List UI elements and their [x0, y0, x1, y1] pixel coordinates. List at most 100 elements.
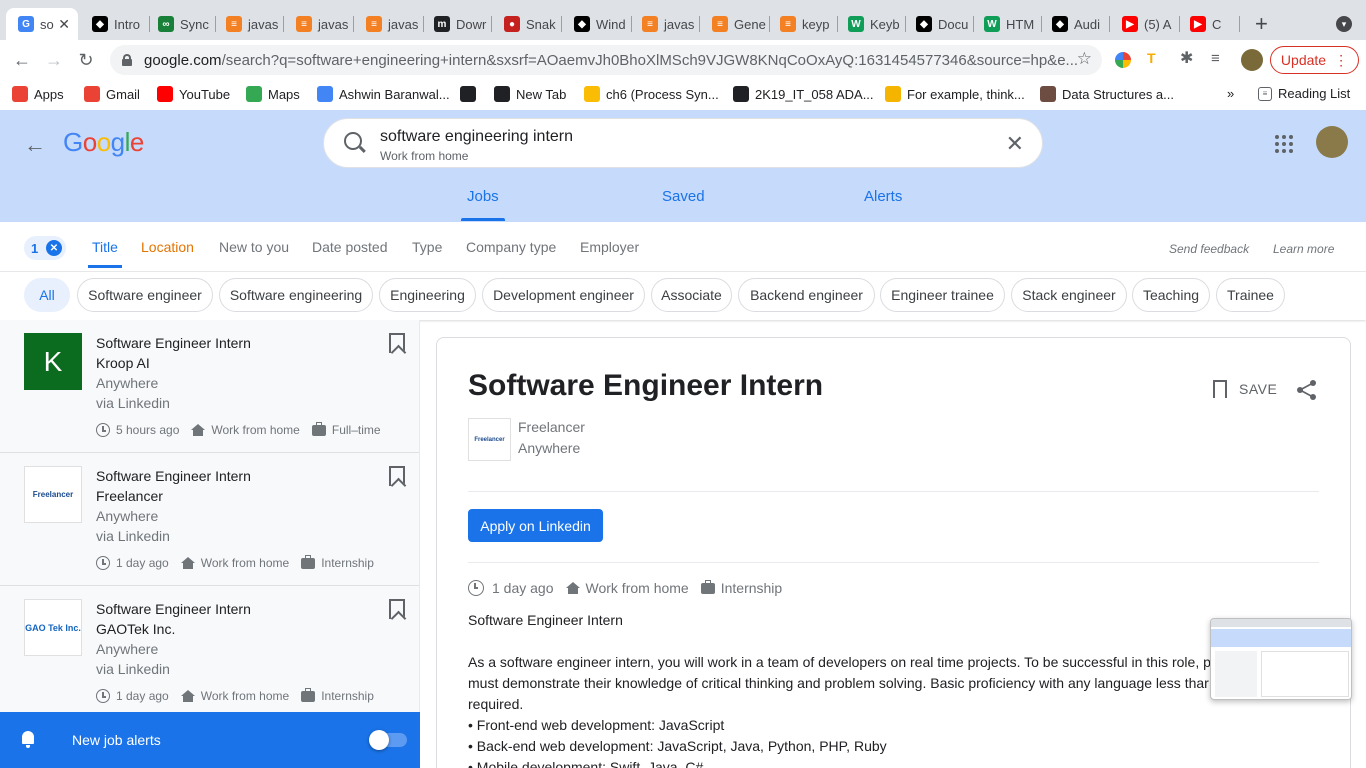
chip-engineering[interactable]: Engineering: [379, 278, 476, 312]
share-icon[interactable]: [1297, 380, 1317, 400]
clear-search-icon[interactable]: ✕: [1006, 131, 1024, 157]
chip-engineer-trainee[interactable]: Engineer trainee: [880, 278, 1005, 312]
bookmark-item[interactable]: For example, think...: [885, 86, 1025, 102]
active-filter-count[interactable]: 1 ✕: [24, 236, 66, 260]
browser-tab[interactable]: ● Snak: [492, 8, 562, 40]
tab-favicon-icon: W: [984, 16, 1000, 32]
browser-tab[interactable]: ◆ Docu: [904, 8, 974, 40]
reading-list-button[interactable]: ≡ Reading List: [1258, 86, 1350, 101]
browser-tab[interactable]: ▶ C: [1178, 8, 1240, 40]
chip-software-engineer[interactable]: Software engineer: [77, 278, 213, 312]
browser-tab[interactable]: ∞ Sync: [146, 8, 216, 40]
browser-tab[interactable]: ≡ Gene: [700, 8, 770, 40]
filter-type[interactable]: Type: [412, 239, 442, 255]
color-picker-extension-icon[interactable]: [1115, 52, 1131, 68]
google-apps-icon[interactable]: [1275, 135, 1293, 153]
chip-backend-engineer[interactable]: Backend engineer: [738, 278, 875, 312]
job-card[interactable]: K Software Engineer Intern Kroop AI Anyw…: [0, 320, 419, 453]
back-icon[interactable]: ←: [11, 49, 33, 71]
chip-associate[interactable]: Associate: [651, 278, 732, 312]
more-icon[interactable]: ⋮: [1334, 52, 1348, 69]
tab-search-icon[interactable]: ▾: [1336, 16, 1352, 32]
briefcase-icon: [301, 554, 316, 569]
bookmark-item[interactable]: 2K19_IT_058 ADA...: [733, 86, 874, 102]
browser-tab[interactable]: ≡ keyp: [768, 8, 838, 40]
company-logo-text: Freelancer: [474, 436, 505, 443]
bookmark-item[interactable]: ch6 (Process Syn...: [584, 86, 719, 102]
chip-stack-engineer[interactable]: Stack engineer: [1011, 278, 1127, 312]
chip-development-engineer[interactable]: Development engineer: [482, 278, 645, 312]
filter-new-to-you[interactable]: New to you: [219, 239, 289, 255]
tab-alerts[interactable]: Alerts: [864, 188, 902, 205]
browser-tab[interactable]: W Keyb: [836, 8, 906, 40]
divider: [468, 491, 1319, 492]
bookmark-icon[interactable]: [389, 466, 405, 486]
learn-more-link[interactable]: Learn more: [1273, 242, 1334, 256]
filter-location[interactable]: Location: [141, 239, 194, 255]
browser-tab[interactable]: ≡ javas: [630, 8, 700, 40]
job-source: via Linkedin: [96, 395, 170, 411]
apply-button[interactable]: Apply on Linkedin: [468, 509, 603, 542]
extensions-puzzle-icon[interactable]: ✱: [1180, 51, 1196, 67]
job-card[interactable]: Freelancer Software Engineer Intern Free…: [0, 453, 419, 586]
bookmark-icon[interactable]: [389, 333, 405, 353]
tab-favicon-icon: ≡: [226, 16, 242, 32]
save-button[interactable]: SAVE: [1213, 380, 1277, 398]
browser-tab[interactable]: ◆ Intro: [80, 8, 150, 40]
browser-tab[interactable]: m Dowr: [422, 8, 492, 40]
google-logo[interactable]: Google: [63, 127, 144, 158]
bookmark-item[interactable]: YouTube: [157, 86, 230, 102]
job-card[interactable]: GAO Tek Inc. Software Engineer Intern GA…: [0, 586, 419, 719]
extension-icon[interactable]: T: [1147, 50, 1165, 68]
chip-teaching[interactable]: Teaching: [1132, 278, 1210, 312]
drive-icon: [584, 86, 600, 102]
profile-avatar[interactable]: [1241, 49, 1263, 71]
browser-tab[interactable]: ≡ javas: [354, 8, 424, 40]
bookmark-item[interactable]: Apps: [12, 86, 64, 102]
tab-label: javas: [664, 16, 695, 32]
search-icon[interactable]: [344, 132, 362, 150]
send-feedback-link[interactable]: Send feedback: [1169, 242, 1249, 256]
filter-employer[interactable]: Employer: [580, 239, 639, 255]
tab-jobs[interactable]: Jobs: [461, 188, 505, 221]
toggle-knob[interactable]: [369, 730, 389, 750]
bookmark-item[interactable]: New Tab: [494, 86, 566, 102]
tab-label: Dowr: [456, 16, 487, 32]
media-controls-icon[interactable]: ≡: [1211, 51, 1229, 67]
browser-tab[interactable]: ≡ javas: [284, 8, 354, 40]
browser-tab[interactable]: ◆ Audi: [1040, 8, 1110, 40]
bookmark-item[interactable]: Maps: [246, 86, 300, 102]
detail-company: Freelancer: [518, 419, 585, 435]
back-arrow-icon[interactable]: ←: [24, 132, 46, 158]
search-query[interactable]: software engineering intern: [380, 128, 573, 146]
filter-company-type[interactable]: Company type: [466, 239, 556, 255]
bookmark-item[interactable]: Data Structures a...: [1040, 86, 1174, 102]
bookmarks-overflow-button[interactable]: »: [1227, 86, 1234, 101]
browser-tab[interactable]: W HTM: [972, 8, 1042, 40]
bookmark-icon[interactable]: [389, 599, 405, 619]
search-box[interactable]: software engineering intern Work from ho…: [323, 118, 1043, 168]
bookmark-item[interactable]: [460, 86, 482, 102]
close-tab-icon[interactable]: ✕: [58, 16, 70, 33]
bookmark-star-icon[interactable]: ☆: [1077, 49, 1092, 69]
update-button[interactable]: Update ⋮: [1270, 46, 1359, 74]
screenshot-preview-thumbnail[interactable]: [1210, 618, 1352, 700]
chip-all[interactable]: All: [24, 278, 70, 312]
new-tab-button[interactable]: +: [1255, 13, 1268, 35]
tab-saved[interactable]: Saved: [662, 188, 705, 205]
forward-icon[interactable]: →: [43, 49, 65, 71]
clock-icon: [468, 580, 484, 596]
filter-date-posted[interactable]: Date posted: [312, 239, 388, 255]
browser-tab[interactable]: ▶ (5) A: [1110, 8, 1180, 40]
bookmark-item[interactable]: Ashwin Baranwal...: [317, 86, 450, 102]
filter-title[interactable]: Title: [88, 239, 122, 268]
chip-trainee[interactable]: Trainee: [1216, 278, 1285, 312]
reload-icon[interactable]: ↻: [75, 49, 97, 71]
chip-software-engineering[interactable]: Software engineering: [219, 278, 373, 312]
bookmark-item[interactable]: Gmail: [84, 86, 140, 102]
clear-filters-icon[interactable]: ✕: [46, 240, 62, 256]
address-bar[interactable]: google.com /search?q=software+engineerin…: [110, 45, 1102, 75]
browser-tab[interactable]: ≡ javas: [214, 8, 284, 40]
browser-tab[interactable]: ◆ Wind: [562, 8, 632, 40]
account-avatar[interactable]: [1316, 126, 1348, 158]
